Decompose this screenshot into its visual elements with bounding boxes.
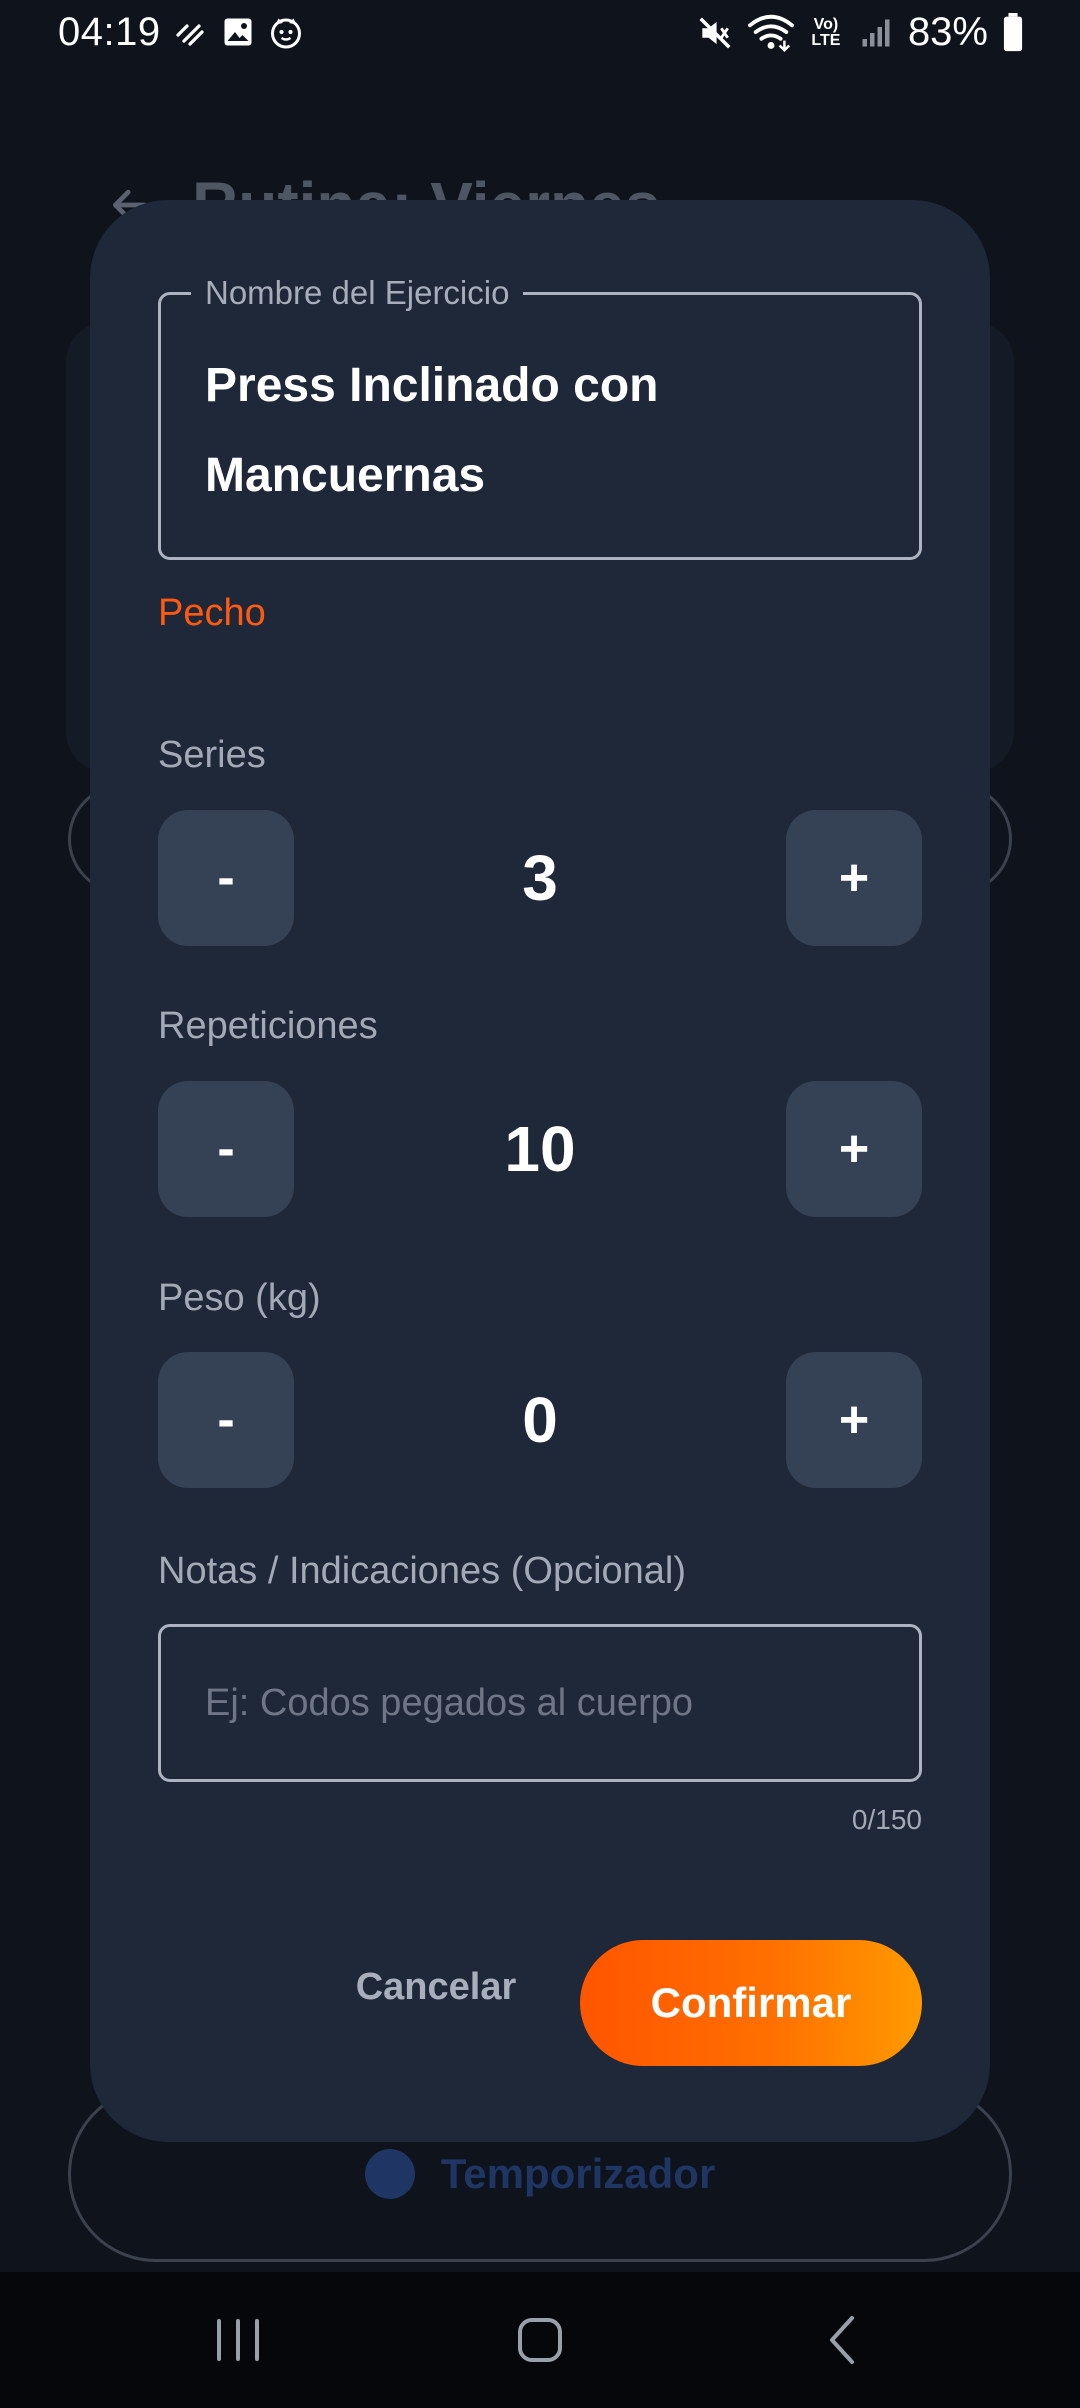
recent-apps-button[interactable] [178,2272,298,2408]
signal-icon [862,19,890,46]
recent-apps-icon [217,2319,259,2361]
weight-label: Peso (kg) [158,1277,321,1319]
data-saver-icon [176,24,204,46]
weight-increment-button[interactable]: + [786,1352,922,1488]
status-time: 04:19 [58,10,161,54]
mute-icon [699,17,731,48]
category-label: Pecho [158,592,266,634]
cancel-button[interactable]: Cancelar [346,1942,526,2032]
reps-stepper: - 10 + [158,1081,922,1217]
back-button[interactable] [782,2272,902,2408]
reps-value: 10 [504,1113,576,1185]
confirm-button[interactable]: Confirmar [580,1940,922,2066]
weight-stepper: - 0 + [158,1352,922,1488]
status-left-icons [172,14,304,50]
series-increment-button[interactable]: + [786,810,922,946]
system-navigation-bar [0,2272,1080,2408]
battery-percentage: 83% [907,10,988,54]
app-screen: Rutina: Viernes Temporizador 04:19 [0,0,1080,2408]
weight-value: 0 [522,1384,558,1456]
volte-icon: Vo) LTE [811,15,841,49]
timer-label: Temporizador [440,2150,716,2197]
edit-exercise-dialog: Nombre del Ejercicio Press Inclinado con… [90,200,990,2142]
exercise-name-field[interactable]: Nombre del Ejercicio Press Inclinado con… [158,273,922,560]
exercise-name-value[interactable]: Press Inclinado con Mancuernas [205,341,865,521]
battery-icon [1003,12,1023,51]
back-chevron-icon [830,2316,854,2364]
series-decrement-button[interactable]: - [158,810,294,946]
notes-label: Notas / Indicaciones (Opcional) [158,1550,687,1592]
weight-decrement-button[interactable]: - [158,1352,294,1488]
timer-icon [364,2149,415,2199]
status-right-icons: Vo) LTE 83% [696,10,1024,55]
series-value: 3 [522,842,558,914]
reps-label: Repeticiones [158,1005,378,1047]
notes-input[interactable] [158,1624,922,1782]
home-button[interactable] [480,2272,600,2408]
status-bar: 04:19 Vo) LTE 83% [0,0,1080,68]
image-icon [224,18,252,46]
reps-increment-button[interactable]: + [786,1081,922,1217]
series-label: Series [158,734,266,776]
series-stepper: - 3 + [158,810,922,946]
home-icon [518,2318,562,2362]
reps-decrement-button[interactable]: - [158,1081,294,1217]
exercise-name-label: Nombre del Ejercicio [191,273,524,313]
cat-face-icon [271,18,301,49]
notes-char-counter: 0/150 [851,1804,922,1835]
wifi-icon [747,14,794,52]
